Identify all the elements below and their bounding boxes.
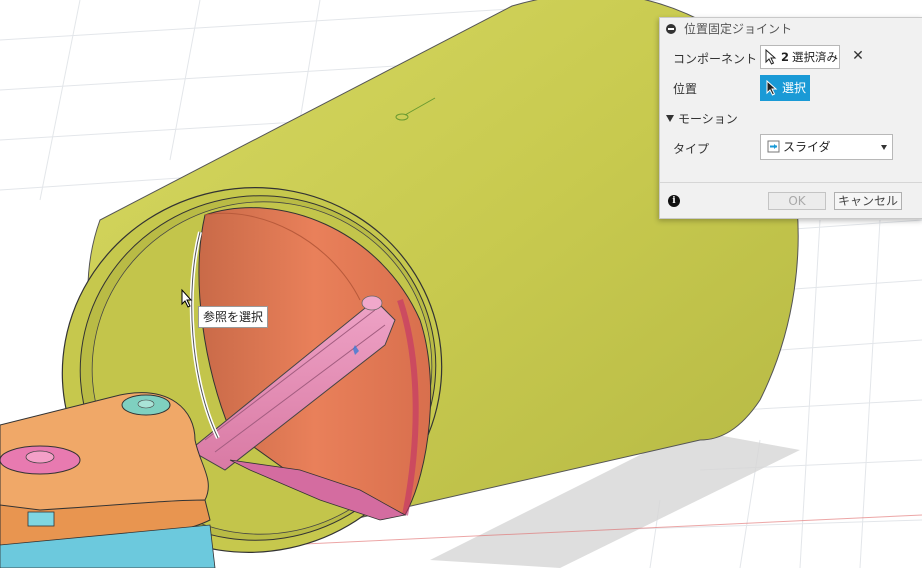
motion-section-header[interactable]: モーション [666, 110, 738, 127]
expand-triangle-icon [666, 115, 674, 122]
position-select-text: 選択 [782, 81, 807, 95]
info-icon[interactable]: i [668, 195, 680, 207]
cursor-icon [766, 80, 778, 96]
collapse-icon[interactable] [666, 24, 676, 34]
position-select-button[interactable]: 選択 [760, 75, 810, 101]
dialog-title: 位置固定ジョイント [684, 22, 793, 36]
slider-type-icon [767, 140, 780, 153]
component-select-button[interactable]: 2 選択済み [760, 45, 840, 69]
type-value: スライダ [783, 140, 831, 154]
motion-section-label: モーション [678, 112, 738, 126]
select-reference-tooltip: 参照を選択 [198, 306, 269, 328]
cursor-icon [765, 49, 777, 65]
ok-button[interactable]: OK [768, 192, 826, 210]
cancel-button[interactable]: キャンセル [834, 192, 902, 210]
type-dropdown[interactable]: スライダ [760, 134, 893, 160]
close-icon[interactable]: ✕ [850, 48, 866, 64]
component-label: コンポーネント [673, 52, 758, 66]
position-label: 位置 [673, 82, 698, 96]
dialog-title-bar[interactable]: 位置固定ジョイント [660, 18, 922, 40]
rigid-joint-dialog: 位置固定ジョイント コンポーネント 2 選択済み ✕ 位置 選択 モーション タ… [659, 17, 922, 219]
dialog-divider [660, 182, 922, 183]
dropdown-caret-icon [881, 145, 887, 150]
component-count: 2 [781, 50, 790, 64]
type-label: タイプ [673, 142, 710, 156]
component-selected-text: 選択済み [792, 50, 838, 64]
